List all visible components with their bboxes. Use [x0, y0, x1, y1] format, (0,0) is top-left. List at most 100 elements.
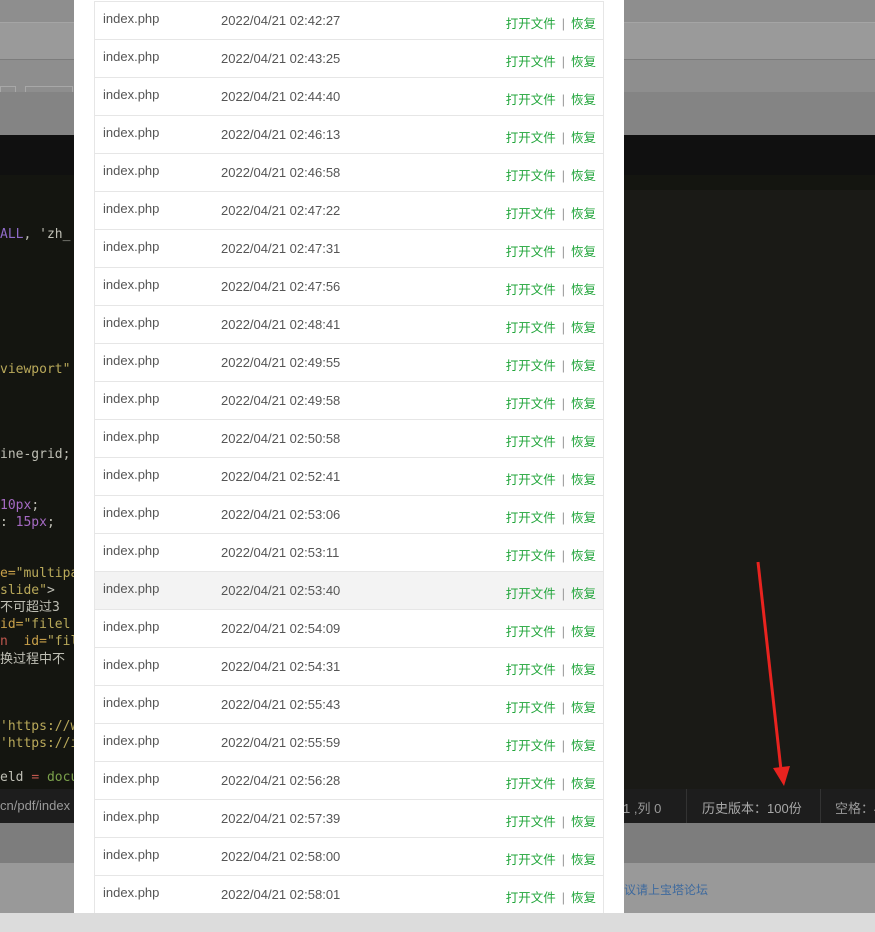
- history-timestamp: 2022/04/21 02:42:27: [221, 13, 341, 28]
- history-row: index.php 2022/04/21 02:46:13 打开文件 | 恢复: [95, 116, 603, 154]
- restore-link[interactable]: 恢复: [571, 701, 596, 715]
- open-file-link[interactable]: 打开文件: [506, 739, 556, 753]
- restore-link[interactable]: 恢复: [571, 93, 596, 107]
- status-cursor-position: 1 ,列 0: [623, 801, 662, 816]
- restore-link[interactable]: 恢复: [571, 131, 596, 145]
- history-file-name: index.php: [103, 239, 160, 254]
- open-file-link[interactable]: 打开文件: [506, 435, 556, 449]
- action-separator: |: [561, 587, 565, 601]
- history-row: index.php 2022/04/21 02:54:31 打开文件 | 恢复: [95, 648, 603, 686]
- restore-link[interactable]: 恢复: [571, 359, 596, 373]
- restore-link[interactable]: 恢复: [571, 511, 596, 525]
- open-file-link[interactable]: 打开文件: [506, 853, 556, 867]
- history-file-name: index.php: [103, 277, 160, 292]
- open-file-link[interactable]: 打开文件: [506, 245, 556, 259]
- history-timestamp: 2022/04/21 02:58:00: [221, 849, 341, 864]
- history-actions: 打开文件 | 恢复: [506, 241, 596, 260]
- open-file-link[interactable]: 打开文件: [506, 207, 556, 221]
- footer-forum-link[interactable]: 议请上宝塔论坛: [624, 881, 708, 898]
- history-actions: 打开文件 | 恢复: [506, 735, 596, 754]
- restore-link[interactable]: 恢复: [571, 549, 596, 563]
- history-row: index.php 2022/04/21 02:53:06 打开文件 | 恢复: [95, 496, 603, 534]
- history-timestamp: 2022/04/21 02:46:58: [221, 165, 341, 180]
- code-line: 10px;: [0, 498, 40, 513]
- status-history-versions[interactable]: 历史版本：100份: [702, 798, 802, 817]
- history-file-name: index.php: [103, 49, 160, 64]
- history-timestamp: 2022/04/21 02:53:40: [221, 583, 341, 598]
- history-row: index.php 2022/04/21 02:58:01 打开文件 | 恢复: [95, 876, 603, 913]
- history-file-name: index.php: [103, 201, 160, 216]
- history-row: index.php 2022/04/21 02:53:11 打开文件 | 恢复: [95, 534, 603, 572]
- open-file-link[interactable]: 打开文件: [506, 777, 556, 791]
- history-actions: 打开文件 | 恢复: [506, 13, 596, 32]
- restore-link[interactable]: 恢复: [571, 435, 596, 449]
- open-file-link[interactable]: 打开文件: [506, 321, 556, 335]
- restore-link[interactable]: 恢复: [571, 739, 596, 753]
- history-actions: 打开文件 | 恢复: [506, 51, 596, 70]
- history-row: index.php 2022/04/21 02:50:58 打开文件 | 恢复: [95, 420, 603, 458]
- action-separator: |: [561, 397, 565, 411]
- open-file-link[interactable]: 打开文件: [506, 359, 556, 373]
- restore-link[interactable]: 恢复: [571, 891, 596, 905]
- restore-link[interactable]: 恢复: [571, 473, 596, 487]
- open-file-link[interactable]: 打开文件: [506, 93, 556, 107]
- restore-link[interactable]: 恢复: [571, 207, 596, 221]
- open-file-link[interactable]: 打开文件: [506, 663, 556, 677]
- restore-link[interactable]: 恢复: [571, 55, 596, 69]
- open-file-link[interactable]: 打开文件: [506, 169, 556, 183]
- history-file-name: index.php: [103, 543, 160, 558]
- open-file-link[interactable]: 打开文件: [506, 891, 556, 905]
- open-file-link[interactable]: 打开文件: [506, 17, 556, 31]
- history-row: index.php 2022/04/21 02:42:27 打开文件 | 恢复: [95, 2, 603, 40]
- history-row: index.php 2022/04/21 02:55:43 打开文件 | 恢复: [95, 686, 603, 724]
- action-separator: |: [561, 245, 565, 259]
- restore-link[interactable]: 恢复: [571, 17, 596, 31]
- status-indent[interactable]: 空格：4: [835, 798, 875, 817]
- open-file-link[interactable]: 打开文件: [506, 397, 556, 411]
- open-file-link[interactable]: 打开文件: [506, 511, 556, 525]
- history-versions-table: index.php 2022/04/21 02:42:27 打开文件 | 恢复 index…: [94, 1, 604, 913]
- restore-link[interactable]: 恢复: [571, 587, 596, 601]
- history-timestamp: 2022/04/21 02:55:59: [221, 735, 341, 750]
- history-actions: 打开文件 | 恢复: [506, 279, 596, 298]
- restore-link[interactable]: 恢复: [571, 815, 596, 829]
- code-line: 'https://w: [0, 719, 79, 734]
- open-file-link[interactable]: 打开文件: [506, 625, 556, 639]
- open-file-link[interactable]: 打开文件: [506, 55, 556, 69]
- restore-link[interactable]: 恢复: [571, 663, 596, 677]
- restore-link[interactable]: 恢复: [571, 245, 596, 259]
- restore-link[interactable]: 恢复: [571, 169, 596, 183]
- history-actions: 打开文件 | 恢复: [506, 355, 596, 374]
- open-file-link[interactable]: 打开文件: [506, 701, 556, 715]
- history-row: index.php 2022/04/21 02:44:40 打开文件 | 恢复: [95, 78, 603, 116]
- open-file-link[interactable]: 打开文件: [506, 587, 556, 601]
- history-file-name: index.php: [103, 809, 160, 824]
- action-separator: |: [561, 321, 565, 335]
- restore-link[interactable]: 恢复: [571, 321, 596, 335]
- code-line: n id="fil: [0, 634, 79, 649]
- history-file-name: index.php: [103, 695, 160, 710]
- open-file-link[interactable]: 打开文件: [506, 549, 556, 563]
- open-file-link[interactable]: 打开文件: [506, 815, 556, 829]
- history-file-name: index.php: [103, 847, 160, 862]
- action-separator: |: [561, 853, 565, 867]
- restore-link[interactable]: 恢复: [571, 625, 596, 639]
- action-separator: |: [561, 663, 565, 677]
- action-separator: |: [561, 625, 565, 639]
- history-timestamp: 2022/04/21 02:47:31: [221, 241, 341, 256]
- restore-link[interactable]: 恢复: [571, 777, 596, 791]
- history-actions: 打开文件 | 恢复: [506, 887, 596, 906]
- history-file-name: index.php: [103, 429, 160, 444]
- restore-link[interactable]: 恢复: [571, 397, 596, 411]
- code-line: slide">: [0, 583, 55, 598]
- history-file-name: index.php: [103, 163, 160, 178]
- history-timestamp: 2022/04/21 02:57:39: [221, 811, 341, 826]
- open-file-link[interactable]: 打开文件: [506, 131, 556, 145]
- open-file-link[interactable]: 打开文件: [506, 473, 556, 487]
- restore-link[interactable]: 恢复: [571, 853, 596, 867]
- history-actions: 打开文件 | 恢复: [506, 773, 596, 792]
- restore-link[interactable]: 恢复: [571, 283, 596, 297]
- open-file-link[interactable]: 打开文件: [506, 283, 556, 297]
- code-line: e="multipa: [0, 566, 79, 581]
- history-file-name: index.php: [103, 771, 160, 786]
